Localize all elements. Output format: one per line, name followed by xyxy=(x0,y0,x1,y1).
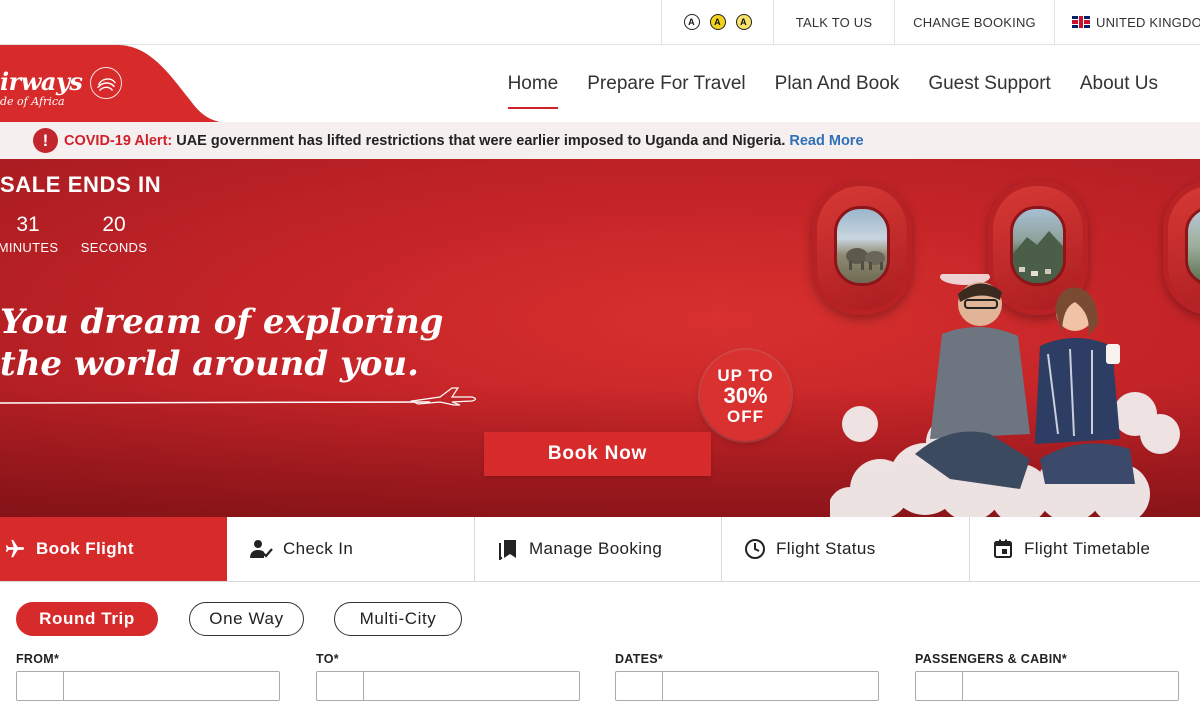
nav-plan-and-book[interactable]: Plan And Book xyxy=(775,73,900,95)
promo-badge: UP TO 30% OFF xyxy=(700,350,791,441)
tab-label: Book Flight xyxy=(36,539,134,558)
sale-countdown-title: SALE ENDS IN xyxy=(0,172,162,197)
skyteam-logo-icon xyxy=(90,67,122,99)
change-booking-link[interactable]: CHANGE BOOKING xyxy=(894,0,1054,44)
book-now-button[interactable]: Book Now xyxy=(484,432,711,476)
tab-flight-timetable[interactable]: Flight Timetable xyxy=(970,517,1200,581)
hero-tagline: You dream of exploring the world around … xyxy=(0,301,480,385)
dates-label: DATES* xyxy=(615,652,664,666)
tab-book-flight[interactable]: Book Flight xyxy=(0,517,227,581)
from-field[interactable] xyxy=(16,671,280,701)
alert-icon: ! xyxy=(33,128,58,153)
multi-city-option[interactable]: Multi-City xyxy=(334,602,462,636)
passengers-cabin-field[interactable] xyxy=(915,671,1179,701)
tab-manage-booking[interactable]: Manage Booking xyxy=(475,517,722,581)
contrast-yellow-icon[interactable]: A xyxy=(709,14,726,30)
logo[interactable]: irways de of Africa xyxy=(0,45,220,122)
from-label: FROM* xyxy=(16,652,60,666)
plane-trail-icon xyxy=(0,387,477,406)
field-divider xyxy=(363,672,364,700)
calendar-icon xyxy=(994,539,1012,558)
language-selector[interactable]: UNITED KINGDOM xyxy=(1054,0,1200,44)
booking-tabs: Book Flight Check In Manage Booking Flig… xyxy=(0,517,1200,582)
tab-flight-status[interactable]: Flight Status xyxy=(722,517,970,581)
field-divider xyxy=(662,672,663,700)
accessibility-controls: A A A xyxy=(661,0,773,44)
dates-field[interactable] xyxy=(615,671,879,701)
tab-label: Flight Timetable xyxy=(1024,539,1151,558)
logo-wordmark: irways xyxy=(0,67,83,96)
promo-line-2: 30% xyxy=(723,382,768,408)
read-more-link[interactable]: Read More xyxy=(789,133,863,149)
passengers-cabin-label: PASSENGERS & CABIN* xyxy=(915,652,1068,666)
airplane-icon xyxy=(5,539,25,558)
nav-guest-support[interactable]: Guest Support xyxy=(928,73,1051,95)
clock-icon xyxy=(745,539,765,559)
bookmark-icon xyxy=(499,540,516,560)
tab-label: Manage Booking xyxy=(529,539,663,558)
seconds-value: 20 xyxy=(102,213,126,236)
tab-check-in[interactable]: Check In xyxy=(227,517,475,581)
field-divider xyxy=(63,672,64,700)
seconds-label: SECONDS xyxy=(80,240,148,255)
alert-title: COVID-19 Alert: xyxy=(64,132,173,149)
main-header: irways de of Africa Home Prepare For Tra… xyxy=(0,45,1200,122)
uk-flag-icon xyxy=(1072,16,1090,28)
tab-label: Check In xyxy=(283,539,354,558)
promo-line-1: UP TO xyxy=(717,365,774,385)
round-trip-option[interactable]: Round Trip xyxy=(16,602,158,636)
talk-to-us-link[interactable]: TALK TO US xyxy=(773,0,894,44)
covid-alert-banner: ! COVID-19 Alert: UAE government has lif… xyxy=(0,122,1200,159)
logo-slogan: de of Africa xyxy=(0,95,65,108)
utility-bar: A A A TALK TO US CHANGE BOOKING UNITED K… xyxy=(0,0,1200,45)
alert-message: UAE government has lifted restrictions t… xyxy=(176,132,786,149)
countdown-seconds: 20 SECONDS xyxy=(64,213,164,255)
nav-home[interactable]: Home xyxy=(507,73,558,109)
language-label: UNITED KINGDOM xyxy=(1096,14,1200,30)
nav-about-us[interactable]: About Us xyxy=(1080,73,1158,95)
check-in-person-icon xyxy=(250,540,273,558)
promo-line-3: OFF xyxy=(727,406,764,426)
nav-prepare-for-travel[interactable]: Prepare For Travel xyxy=(587,73,745,95)
travelers-illustration xyxy=(830,274,1180,517)
contrast-highlight-icon[interactable]: A xyxy=(735,14,752,30)
field-divider xyxy=(962,672,963,700)
to-field[interactable] xyxy=(316,671,580,701)
hero-banner[interactable]: SALE ENDS IN 31 MINUTES 20 SECONDS You d… xyxy=(0,159,1200,517)
one-way-option[interactable]: One Way xyxy=(189,602,304,636)
main-nav: Home Prepare For Travel Plan And Book Gu… xyxy=(507,45,1158,122)
tab-label: Flight Status xyxy=(776,539,876,558)
contrast-normal-icon[interactable]: A xyxy=(683,14,700,30)
tagline-line-1: You dream of exploring xyxy=(0,302,444,342)
tagline-line-2: the world around you. xyxy=(0,344,419,384)
to-label: TO* xyxy=(316,652,339,666)
